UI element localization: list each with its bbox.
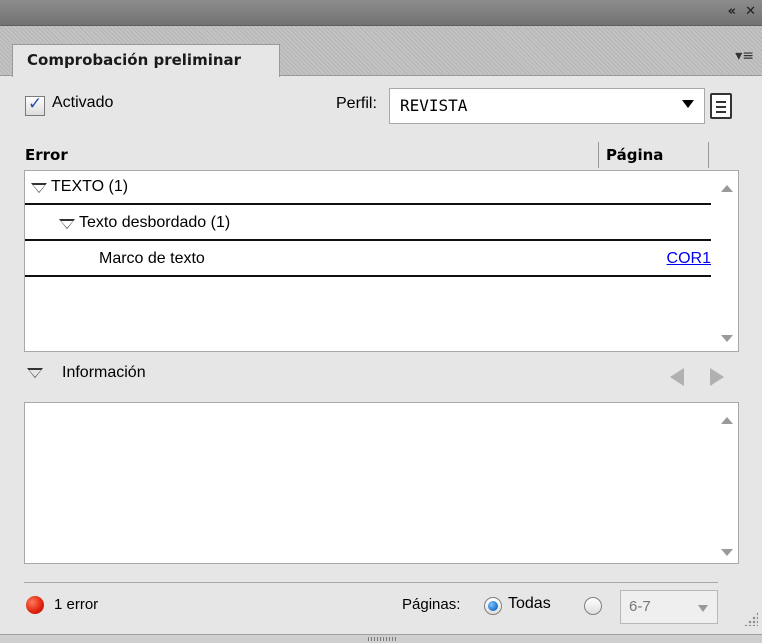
error-tree: TEXTO (1) Texto desbordado (1) Marco de … [24,170,739,352]
tree-row[interactable]: TEXTO (1) [25,171,711,205]
tree-row-label: Texto desbordado (1) [79,214,231,231]
page-range-field[interactable]: 6-7 [620,590,718,624]
profile-value: REVISTA [400,96,468,115]
checkmark-icon: ✓ [28,94,43,114]
info-content [24,402,739,564]
pages-range-radio[interactable] [584,597,602,615]
enabled-checkbox[interactable]: ✓ [25,94,45,116]
resize-grip-icon[interactable] [744,612,758,626]
next-arrow-icon[interactable] [710,368,724,386]
close-icon[interactable]: ✕ [745,4,756,19]
column-header-page[interactable]: Página [606,146,663,164]
scroll-up-icon[interactable] [721,185,733,192]
expand-triangle-icon[interactable] [59,219,75,229]
tab-title: Comprobación preliminar [27,51,242,69]
column-header-error[interactable]: Error [25,146,68,164]
column-divider[interactable] [708,142,709,168]
chevron-down-icon [682,100,694,108]
pages-label: Páginas: [402,596,461,613]
chevron-down-icon [698,605,708,612]
previous-arrow-icon[interactable] [670,368,684,386]
tree-row[interactable]: Marco de texto COR1 [25,243,711,277]
profile-select[interactable]: REVISTA [389,88,705,124]
page-link[interactable]: COR1 [667,250,711,268]
pages-all-radio[interactable] [484,597,502,615]
error-status-icon [26,596,44,614]
panel-menu-icon[interactable]: ▾≡ [735,48,754,64]
expand-triangle-icon[interactable] [27,368,43,378]
drag-handle-icon[interactable] [368,637,396,641]
tab-preflight[interactable]: Comprobación preliminar [12,44,280,77]
profile-document-icon[interactable] [710,93,732,119]
info-label: Información [62,364,146,381]
info-section-header[interactable]: Información [24,362,739,390]
tree-row-label: Marco de texto [99,250,205,267]
scroll-down-icon[interactable] [721,335,733,342]
pages-all-label[interactable]: Todas [508,595,551,613]
enabled-label: Activado [52,94,114,111]
profile-label: Perfil: [336,95,377,112]
double-chevron-left-icon[interactable]: « [728,4,736,19]
column-divider[interactable] [598,142,599,168]
tree-row[interactable]: Texto desbordado (1) [25,207,711,241]
tree-row-label: TEXTO (1) [51,178,129,195]
error-count: 1 error [54,596,99,613]
divider [24,582,718,583]
scroll-up-icon[interactable] [721,417,733,424]
page-range-value: 6-7 [629,598,651,615]
expand-triangle-icon[interactable] [31,183,47,193]
scroll-down-icon[interactable] [721,549,733,556]
panel-titlebar: « ✕ [0,0,762,26]
